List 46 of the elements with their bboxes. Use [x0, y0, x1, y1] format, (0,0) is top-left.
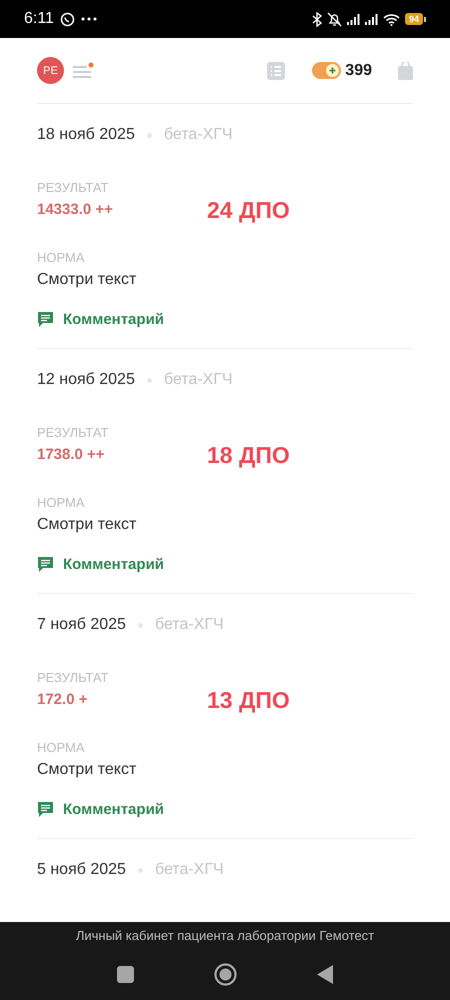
- menu-icon[interactable]: [72, 62, 94, 80]
- norm-value: Смотри текст: [37, 761, 138, 779]
- chat-icon: [60, 12, 75, 26]
- coin-toggle-icon[interactable]: [312, 62, 342, 79]
- battery-level: 94: [404, 13, 423, 25]
- back-icon[interactable]: [317, 965, 333, 984]
- signal-icon: [364, 13, 378, 25]
- norm-value: Смотри текст: [37, 271, 138, 289]
- comment-icon: [37, 311, 54, 328]
- comment-link[interactable]: Комментарий: [37, 311, 164, 328]
- avatar[interactable]: PE: [37, 57, 64, 84]
- result-date: 5 нояб 2025: [37, 861, 126, 879]
- norm-label: НОРМА: [37, 495, 86, 510]
- test-name: бета-ХГЧ: [164, 371, 233, 389]
- more-icon: [80, 17, 97, 21]
- result-value: 172.0 +: [37, 691, 88, 708]
- result-label: РЕЗУЛЬТАТ: [37, 425, 110, 440]
- result-label: РЕЗУЛЬТАТ: [37, 180, 110, 195]
- result-date: 18 нояб 2025: [37, 126, 135, 144]
- handwritten-note: 13 ДПО: [207, 687, 290, 714]
- bell-off-icon: [326, 12, 342, 26]
- result-date: 12 нояб 2025: [37, 371, 135, 389]
- status-time: 6:11: [24, 10, 54, 28]
- result-date: 7 нояб 2025: [37, 616, 126, 634]
- recents-icon[interactable]: [117, 966, 134, 983]
- result-label: РЕЗУЛЬТАТ: [37, 670, 110, 685]
- result-value: 1738.0 ++: [37, 446, 106, 463]
- result-value: 14333.0 ++: [37, 201, 114, 218]
- signal-icon: [346, 13, 360, 25]
- handwritten-note: 18 ДПО: [207, 442, 290, 469]
- comment-link[interactable]: Комментарий: [37, 556, 164, 573]
- comment-icon: [37, 801, 54, 818]
- handwritten-note: 24 ДПО: [207, 197, 290, 224]
- norm-label: НОРМА: [37, 250, 86, 265]
- norm-value: Смотри текст: [37, 516, 138, 534]
- wifi-icon: [382, 12, 400, 26]
- comment-link[interactable]: Комментарий: [37, 801, 164, 818]
- norm-label: НОРМА: [37, 740, 86, 755]
- app-caption: Личный кабинет пациента лаборатории Гемотест: [76, 928, 374, 943]
- test-name: бета-ХГЧ: [154, 616, 224, 634]
- home-icon[interactable]: [214, 963, 237, 986]
- bluetooth-icon: [312, 12, 322, 26]
- test-name: бета-ХГЧ: [164, 126, 233, 144]
- test-name: бета-ХГЧ: [154, 861, 224, 879]
- comment-icon: [37, 556, 54, 573]
- points-count: 399: [345, 62, 372, 80]
